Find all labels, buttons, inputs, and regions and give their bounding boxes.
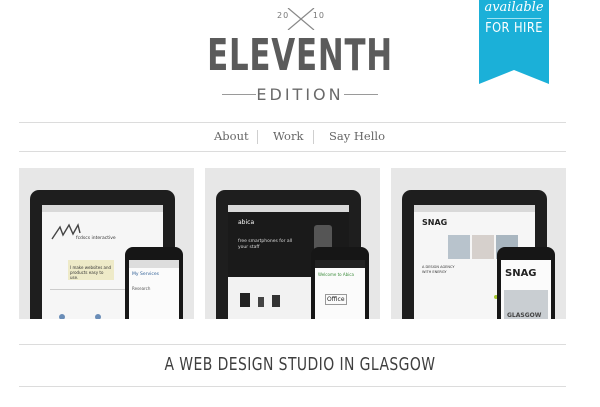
tagline: A WEB DESIGN STUDIO IN GLASGOW xyxy=(164,354,436,375)
phone-mockup: Welcome to Abica Office xyxy=(311,247,369,319)
logo-rule-right xyxy=(344,94,378,95)
phone-screen: SNAG GLASGOW xyxy=(501,260,551,319)
ribbon-divider xyxy=(487,18,541,19)
ribbon-line1: available xyxy=(484,0,544,15)
logo-year-left: 20 xyxy=(277,11,290,20)
nav-rule-bottom xyxy=(19,151,566,152)
portfolio-item-2[interactable]: abica free smartphones for all your staf… xyxy=(205,168,380,319)
phone-heading: SNAG xyxy=(505,268,537,279)
phone-mockup: My Services Research xyxy=(125,247,183,319)
ribbon-line2: FOR HIRE xyxy=(485,21,543,36)
phone-subheading: GLASGOW xyxy=(507,312,542,319)
site-name: abica xyxy=(238,219,255,226)
site-name: SNAG xyxy=(422,218,448,227)
available-for-hire-ribbon[interactable]: available FOR HIRE xyxy=(479,0,549,84)
nav-separator xyxy=(313,130,314,144)
nav-item-work[interactable]: Work xyxy=(273,129,303,143)
phone-subheading: Research xyxy=(132,286,151,291)
site-headline: free smartphones for all your staff xyxy=(238,239,293,250)
phone-mockup: SNAG GLASGOW xyxy=(497,247,555,319)
nav-item-say-hello[interactable]: Say Hello xyxy=(329,129,385,143)
portfolio-item-1[interactable]: fcdscs interactive I make websites and p… xyxy=(19,168,194,319)
logo-year-right: 10 xyxy=(312,11,325,20)
site-headline: A DESIGN AGENCY WITH ENERGY xyxy=(422,265,455,274)
phone-screen: My Services Research xyxy=(129,260,179,319)
logo-title: ELEVENTH xyxy=(207,30,393,81)
portfolio-item-3[interactable]: SNAG A DESIGN AGENCY WITH ENERGY SNAG GL… xyxy=(391,168,566,319)
phone-subheading: Office xyxy=(325,294,347,305)
tagline-rule-top xyxy=(19,344,566,345)
tagline-rule-bottom xyxy=(19,386,566,387)
nav-separator xyxy=(257,130,258,144)
main-nav: About Work Say Hello xyxy=(0,123,600,151)
site-headline: I make websites and products easy to use… xyxy=(70,265,112,280)
logo-subtitle-group: EDITION xyxy=(222,85,378,105)
phone-heading: My Services xyxy=(132,272,159,277)
logo-year-badge: 20 10 xyxy=(276,8,326,30)
nav-item-about[interactable]: About xyxy=(214,129,249,143)
site-name: fcdscs interactive xyxy=(76,236,116,241)
phone-screen: Welcome to Abica Office xyxy=(315,260,365,319)
phone-heading: Welcome to Abica xyxy=(318,272,354,277)
